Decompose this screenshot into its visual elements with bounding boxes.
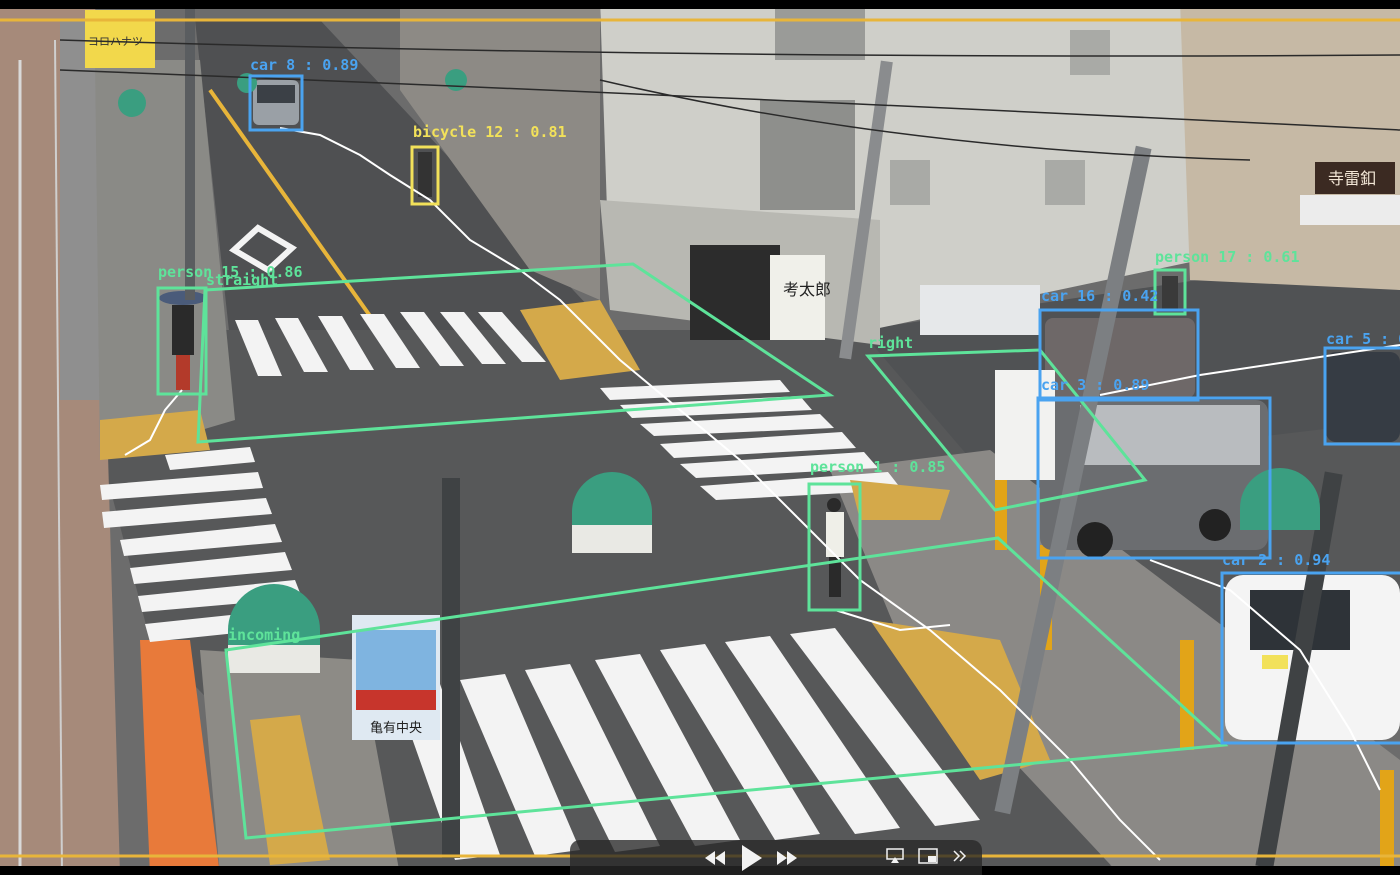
label-person-17: person 17 : 0.61 — [1155, 248, 1300, 266]
label-car-5: car 5 : 0. — [1326, 330, 1400, 348]
person-17-figure — [1162, 276, 1178, 310]
right-awning — [1300, 195, 1400, 225]
fast-forward-icon[interactable] — [776, 851, 798, 865]
label-car-2: car 2 : 0.94 — [1222, 551, 1330, 569]
play-icon[interactable] — [740, 845, 762, 871]
airplay-icon[interactable] — [886, 848, 904, 864]
right-shop-sign-text: 寺雷釦 — [1328, 169, 1376, 188]
zone-label-incoming: incoming — [228, 626, 300, 644]
letterbox-top — [0, 0, 1400, 9]
picture-in-picture-icon[interactable] — [918, 848, 938, 864]
car-5-vehicle — [1326, 352, 1400, 442]
video-frame: 考太郎 寺雷釦 ヨロハナツ 亀有中央 straight right incomi… — [0, 0, 1400, 875]
label-car-8: car 8 : 0.89 — [250, 56, 358, 74]
label-bicycle-12: bicycle 12 : 0.81 — [413, 123, 567, 141]
playback-controls — [704, 845, 798, 871]
street-banner-text: 亀有中央 — [370, 721, 422, 736]
label-person-1: person 1 : 0.85 — [810, 458, 945, 476]
video-player[interactable]: 考太郎 寺雷釦 ヨロハナツ 亀有中央 straight right incomi… — [0, 0, 1400, 875]
label-car-3: car 3 : 0.89 — [1041, 376, 1149, 394]
store-entrance — [690, 245, 780, 340]
rewind-icon[interactable] — [704, 851, 726, 865]
label-car-16: car 16 : 0.42 — [1041, 287, 1158, 305]
more-chevrons-icon[interactable] — [952, 848, 968, 864]
label-person-15: person 15 : 0.86 — [158, 263, 303, 281]
car-8-vehicle — [253, 80, 299, 125]
store-sign: 考太郎 — [783, 280, 831, 299]
zone-label-right: right — [868, 334, 913, 352]
extra-controls — [886, 848, 968, 864]
right-building — [1180, 0, 1400, 290]
street-banner: 亀有中央 — [352, 615, 440, 740]
bicycle-12-rider — [418, 152, 432, 197]
player-controls — [570, 840, 982, 875]
